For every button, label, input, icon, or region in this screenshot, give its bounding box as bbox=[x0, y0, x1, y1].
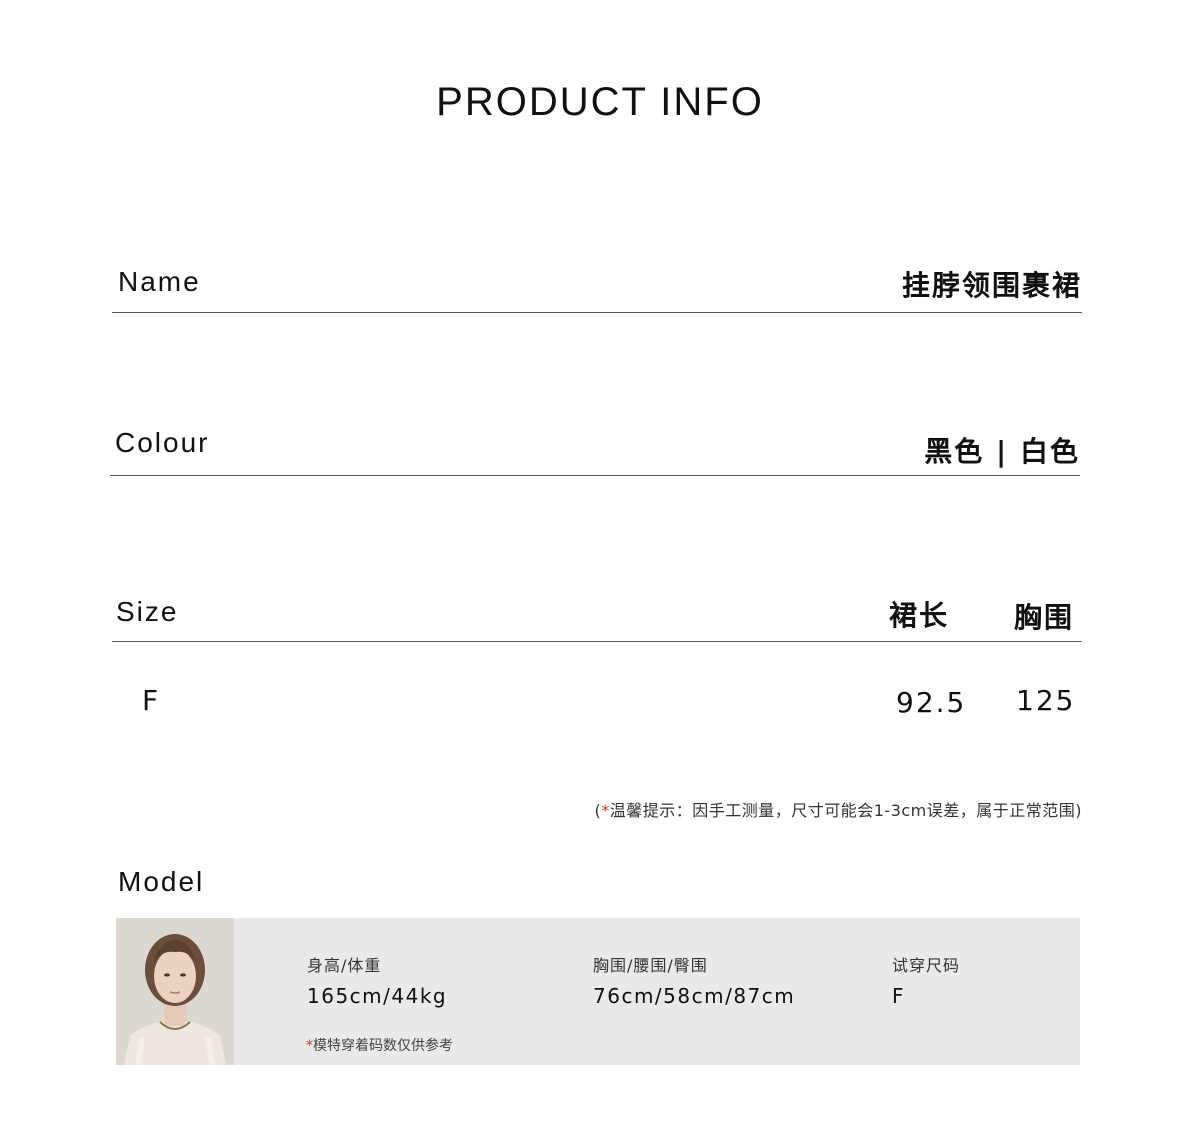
model-tried-size-label: 试穿尺码 bbox=[892, 956, 961, 975]
size-row-bust: 125 bbox=[1016, 684, 1076, 717]
model-height-weight-label: 身高/体重 bbox=[307, 956, 382, 975]
model-height-weight-value: 165cm/44kg bbox=[307, 984, 448, 1008]
colour-divider bbox=[110, 475, 1080, 476]
model-info-box: 身高/体重 165cm/44kg 胸围/腰围/臀围 76cm/58cm/87cm… bbox=[116, 918, 1080, 1065]
note-text: 温馨提示：因手工测量，尺寸可能会1-3cm误差，属于正常范围) bbox=[609, 801, 1082, 820]
name-divider bbox=[112, 312, 1082, 313]
model-note-text: 模特穿着码数仅供参考 bbox=[313, 1038, 453, 1054]
model-tried-size-value: F bbox=[892, 984, 906, 1008]
colour-label: Colour bbox=[115, 427, 210, 458]
model-measurements-value: 76cm/58cm/87cm bbox=[593, 984, 796, 1008]
size-col-length: 裙长 bbox=[889, 599, 950, 632]
name-label: Name bbox=[118, 266, 201, 297]
colour-value: 黑色 | 白色 bbox=[924, 435, 1080, 468]
model-size-note: *模特穿着码数仅供参考 bbox=[306, 1035, 453, 1055]
model-measurements-label: 胸围/腰围/臀围 bbox=[593, 956, 708, 975]
size-row-length: 92.5 bbox=[896, 686, 967, 719]
model-photo bbox=[116, 918, 234, 1065]
size-label: Size bbox=[116, 596, 179, 627]
model-heading: Model bbox=[118, 866, 205, 897]
product-name-value: 挂脖领围裹裙 bbox=[901, 269, 1082, 302]
note-star: * bbox=[601, 801, 610, 820]
size-row-size: F bbox=[142, 684, 161, 717]
size-col-bust: 胸围 bbox=[1014, 601, 1075, 634]
measurement-note: (*温馨提示：因手工测量，尺寸可能会1-3cm误差，属于正常范围) bbox=[594, 797, 1082, 821]
model-note-star: * bbox=[306, 1038, 313, 1054]
page-title: PRODUCT INFO bbox=[436, 80, 764, 124]
size-divider bbox=[112, 641, 1082, 642]
